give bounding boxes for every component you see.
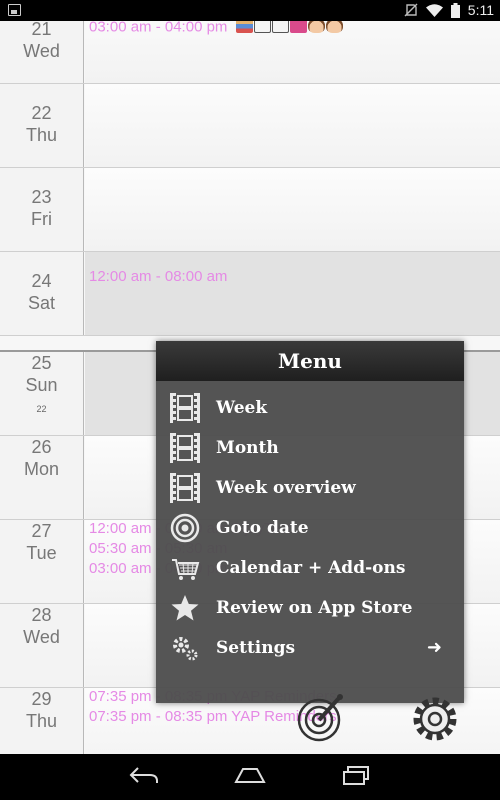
arrow-right-icon: ➜	[426, 637, 442, 658]
menu-item-label: Settings	[216, 638, 296, 658]
day-name: Tue	[26, 543, 57, 563]
screenshot-icon	[8, 4, 21, 16]
day-name: Wed	[23, 41, 60, 61]
menu-item-review[interactable]: Review on App Store	[156, 588, 464, 628]
menu-item-label: Month	[216, 438, 279, 458]
menu-item-label: Week overview	[216, 478, 356, 498]
day-number: 27	[31, 521, 52, 541]
day-number: 28	[31, 605, 52, 625]
event-text: 03:00 am - 04:00 pm	[89, 21, 228, 36]
day-number: 25	[31, 353, 52, 373]
film-icon	[170, 473, 200, 503]
menu-item-settings[interactable]: Settings ➜	[156, 628, 464, 668]
status-bar: 5:11	[0, 0, 500, 21]
day-events[interactable]: 12:00 am - 08:00 am	[85, 252, 500, 335]
back-icon[interactable]	[128, 764, 160, 788]
day-name: Sat	[27, 293, 56, 313]
recents-icon[interactable]	[340, 764, 372, 788]
notebook-emoji-icon	[289, 21, 307, 33]
day-events[interactable]	[85, 168, 500, 251]
books-emoji-icon	[235, 21, 253, 33]
day-row[interactable]: 23 Fri	[0, 168, 500, 252]
menu-title: Menu	[156, 341, 464, 381]
day-name: Thu	[25, 711, 58, 731]
menu-item-label: Goto date	[216, 518, 309, 538]
day-row[interactable]: 22 Thu	[0, 84, 500, 168]
main-menu: Menu Week Month Week overview Goto date …	[156, 341, 464, 703]
day-label: 23 Fri	[0, 168, 84, 251]
menu-item-label: Week	[216, 398, 268, 418]
day-label: 28 Wed	[0, 604, 84, 687]
settings-gear-button[interactable]	[409, 693, 461, 745]
day-label: 29 Thu	[0, 688, 84, 754]
day-number: 24	[31, 271, 52, 291]
day-number: 29	[31, 689, 52, 709]
day-number: 22	[31, 103, 52, 123]
navigation-bar	[0, 754, 500, 800]
menu-item-week[interactable]: Week	[156, 388, 464, 428]
day-events[interactable]	[85, 84, 500, 167]
status-time: 5:11	[467, 2, 494, 18]
day-row[interactable]: 24 Sat 12:00 am - 08:00 am	[0, 252, 500, 336]
day-name: Thu	[25, 125, 58, 145]
gears-icon	[173, 637, 198, 661]
emoji-strip	[235, 21, 344, 37]
day-label: 22 Thu	[0, 84, 84, 167]
day-label: 26 Mon	[0, 436, 84, 519]
day-name: Wed	[23, 627, 60, 647]
menu-item-label: Calendar + Add-ons	[216, 558, 406, 578]
menu-item-week-overview[interactable]: Week overview	[156, 468, 464, 508]
cart-icon	[172, 559, 200, 580]
menu-item-label: Review on App Store	[216, 598, 413, 618]
no-sim-icon	[404, 3, 418, 17]
week-number: 22	[36, 404, 47, 414]
star-icon	[171, 595, 199, 621]
day-number: 26	[31, 437, 52, 457]
event[interactable]: 03:00 am - 04:00 pm	[89, 21, 344, 37]
menu-item-addons[interactable]: Calendar + Add-ons	[156, 548, 464, 588]
open-book-emoji-icon	[253, 21, 271, 33]
day-label: 21 Wed	[0, 21, 84, 83]
boy-emoji-icon	[307, 21, 325, 33]
home-icon[interactable]	[233, 764, 267, 788]
wifi-icon	[425, 3, 443, 17]
day-row[interactable]: 21 Wed 03:00 am - 04:00 pm	[0, 21, 500, 84]
day-events[interactable]: 03:00 am - 04:00 pm	[85, 21, 500, 83]
battery-icon	[450, 2, 460, 18]
day-label: 27 Tue	[0, 520, 84, 603]
film-icon	[170, 433, 200, 463]
day-number: 23	[31, 187, 52, 207]
day-label: 24 Sat	[0, 252, 84, 335]
open-book-emoji-icon	[271, 21, 289, 33]
boy-emoji-icon	[325, 21, 343, 33]
target-icon	[170, 513, 200, 543]
day-name: Fri	[31, 209, 52, 229]
film-icon	[170, 393, 200, 423]
day-label: 25 Sun 22	[0, 352, 84, 435]
day-name: Sun	[25, 375, 58, 395]
day-name: Mon	[23, 459, 59, 479]
event[interactable]: 12:00 am - 08:00 am	[89, 268, 227, 285]
goto-today-button[interactable]	[296, 693, 346, 743]
day-number: 21	[31, 21, 52, 39]
menu-item-goto-date[interactable]: Goto date	[156, 508, 464, 548]
menu-item-month[interactable]: Month	[156, 428, 464, 468]
